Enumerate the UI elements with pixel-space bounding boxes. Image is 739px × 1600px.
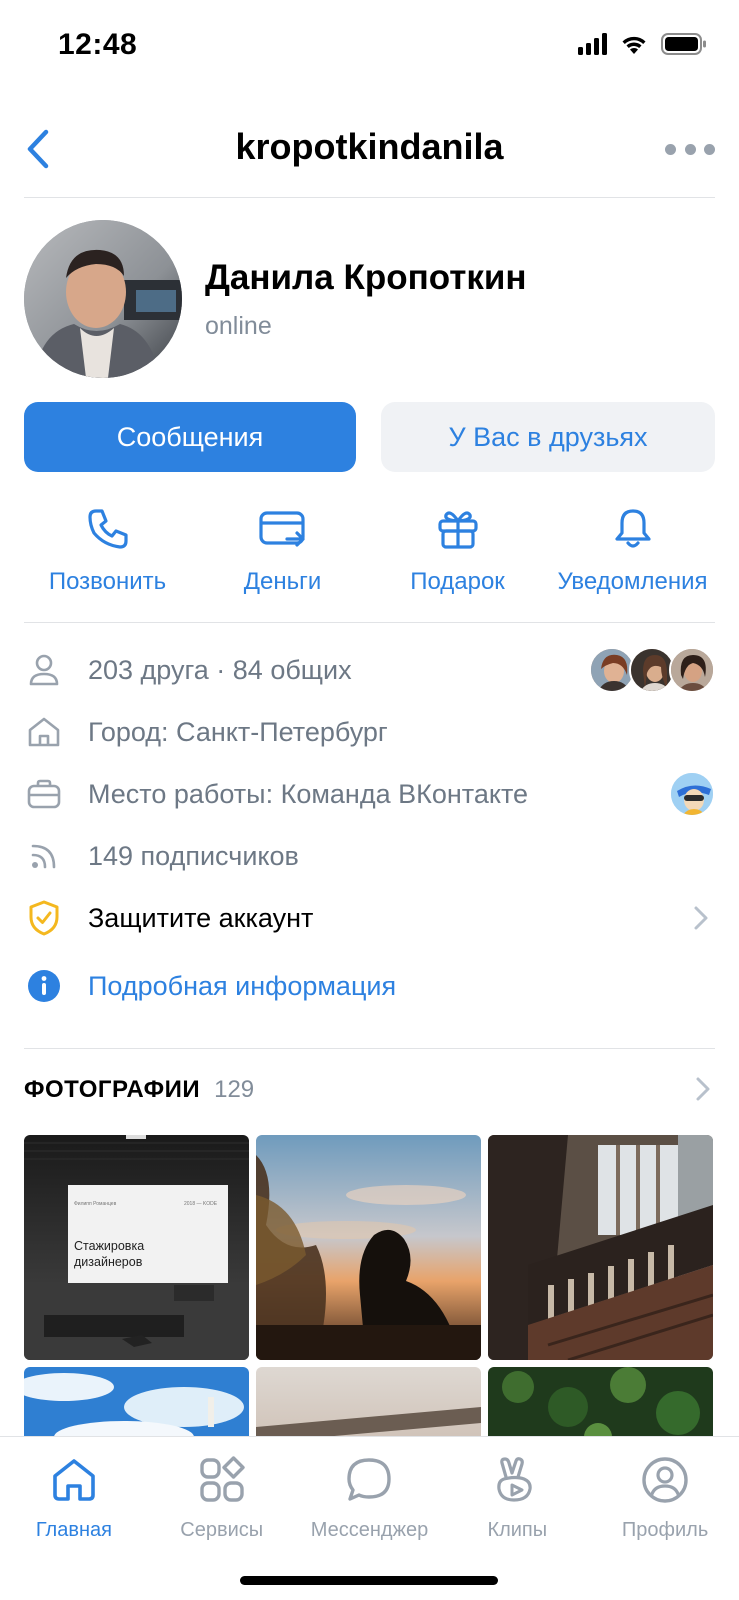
- notifications-action-label: Уведомления: [557, 568, 708, 595]
- photo-thumbnail[interactable]: [256, 1135, 481, 1360]
- company-logo: [669, 771, 715, 817]
- info-icon: [28, 970, 60, 1002]
- photos-header[interactable]: ФОТОГРАФИИ 129: [24, 1070, 715, 1110]
- protect-account-row[interactable]: Защитите аккаунт: [24, 894, 715, 942]
- user-icon: [29, 654, 59, 686]
- call-action-label: Позвонить: [48, 568, 167, 595]
- tab-home[interactable]: Главная: [0, 1451, 148, 1542]
- battery-icon: [661, 33, 706, 55]
- slide-header-left: Филипп Романцев: [74, 1201, 117, 1207]
- slide-title-line2: дизайнеров: [74, 1255, 143, 1269]
- city-row: Город: Санкт-Петербург: [24, 708, 715, 756]
- profile-actions: Позвонить Деньги Подарок Уведомления: [20, 500, 720, 596]
- tab-messenger-label: Мессенджер: [310, 1519, 429, 1541]
- tab-services[interactable]: Сервисы: [148, 1451, 296, 1542]
- services-icon: [199, 1456, 245, 1502]
- work-text: Место работы: Команда ВКонтакте: [88, 778, 529, 809]
- briefcase-icon: [27, 779, 61, 809]
- divider: [24, 1048, 715, 1049]
- divider: [24, 622, 715, 623]
- mutual-friends-avatars[interactable]: [589, 646, 715, 694]
- messages-button[interactable]: Сообщения: [24, 402, 356, 472]
- rss-icon: [31, 844, 56, 869]
- home-icon: [53, 1459, 95, 1501]
- photo-thumbnail[interactable]: [488, 1135, 713, 1360]
- home-indicator[interactable]: [240, 1576, 498, 1585]
- tab-services-label: Сервисы: [180, 1519, 264, 1541]
- avatar-photo: [24, 220, 182, 378]
- profile-name: Данила Кропоткин: [205, 258, 527, 297]
- profile-icon: [642, 1457, 688, 1503]
- phone-icon: [87, 509, 128, 549]
- photo-thumbnail[interactable]: Филипп Романцев 2018 — KODE Стажировка д…: [24, 1135, 249, 1360]
- bell-icon: [614, 509, 651, 548]
- gift-action-label: Подарок: [410, 568, 505, 595]
- work-row[interactable]: Место работы: Команда ВКонтакте: [24, 770, 715, 818]
- messenger-icon: [347, 1458, 392, 1501]
- chevron-right-icon: [696, 1077, 710, 1101]
- navigation-bar: kropotkindanila: [0, 106, 739, 196]
- home-outline-icon: [28, 717, 60, 747]
- tab-messenger[interactable]: Мессенджер: [296, 1451, 444, 1542]
- status-bar: 12:48: [0, 0, 739, 92]
- profile-online-status: online: [205, 312, 272, 340]
- photos-count: 129: [214, 1076, 255, 1103]
- shield-check-icon: [29, 900, 59, 936]
- gift-icon: [437, 511, 478, 549]
- cellular-signal-icon: [578, 33, 607, 55]
- tab-clips-label: Клипы: [487, 1519, 548, 1541]
- chevron-right-icon: [694, 906, 708, 930]
- slide-title-line1: Стажировка: [74, 1239, 145, 1253]
- photos-title: ФОТОГРАФИИ: [24, 1076, 201, 1103]
- friends-status-button[interactable]: У Вас в друзьях: [381, 402, 715, 472]
- details-link: Подробная информация: [88, 970, 397, 1001]
- status-icons: [578, 32, 707, 56]
- protect-account-text: Защитите аккаунт: [88, 902, 314, 933]
- gift-action[interactable]: Подарок: [370, 500, 545, 596]
- divider: [24, 197, 715, 198]
- more-icon: [665, 143, 676, 155]
- city-text: Город: Санкт-Петербург: [88, 716, 388, 747]
- more-button[interactable]: [665, 134, 715, 164]
- status-time: 12:48: [58, 28, 138, 61]
- money-transfer-icon: [258, 511, 305, 547]
- friends-count: 203 друга · 84 общих: [88, 654, 352, 685]
- friends-row[interactable]: 203 друга · 84 общих: [24, 646, 715, 694]
- call-action[interactable]: Позвонить: [20, 500, 195, 596]
- followers-row[interactable]: 149 подписчиков: [24, 832, 715, 880]
- money-action-label: Деньги: [243, 568, 322, 595]
- tab-clips[interactable]: Клипы: [443, 1451, 591, 1542]
- clips-icon: [497, 1457, 533, 1502]
- friend-avatar: [669, 647, 715, 693]
- profile-avatar[interactable]: [24, 220, 182, 378]
- tab-profile-label: Профиль: [621, 1519, 709, 1541]
- details-row[interactable]: Подробная информация: [24, 962, 715, 1010]
- wifi-icon: [622, 36, 646, 54]
- money-action[interactable]: Деньги: [195, 500, 370, 596]
- page-title: kropotkindanila: [235, 126, 504, 167]
- slide-header-right: 2018 — KODE: [184, 1201, 218, 1207]
- followers-count: 149 подписчиков: [88, 840, 299, 871]
- notifications-action[interactable]: Уведомления: [545, 500, 720, 596]
- tab-profile[interactable]: Профиль: [591, 1451, 739, 1542]
- tab-home-label: Главная: [35, 1519, 112, 1541]
